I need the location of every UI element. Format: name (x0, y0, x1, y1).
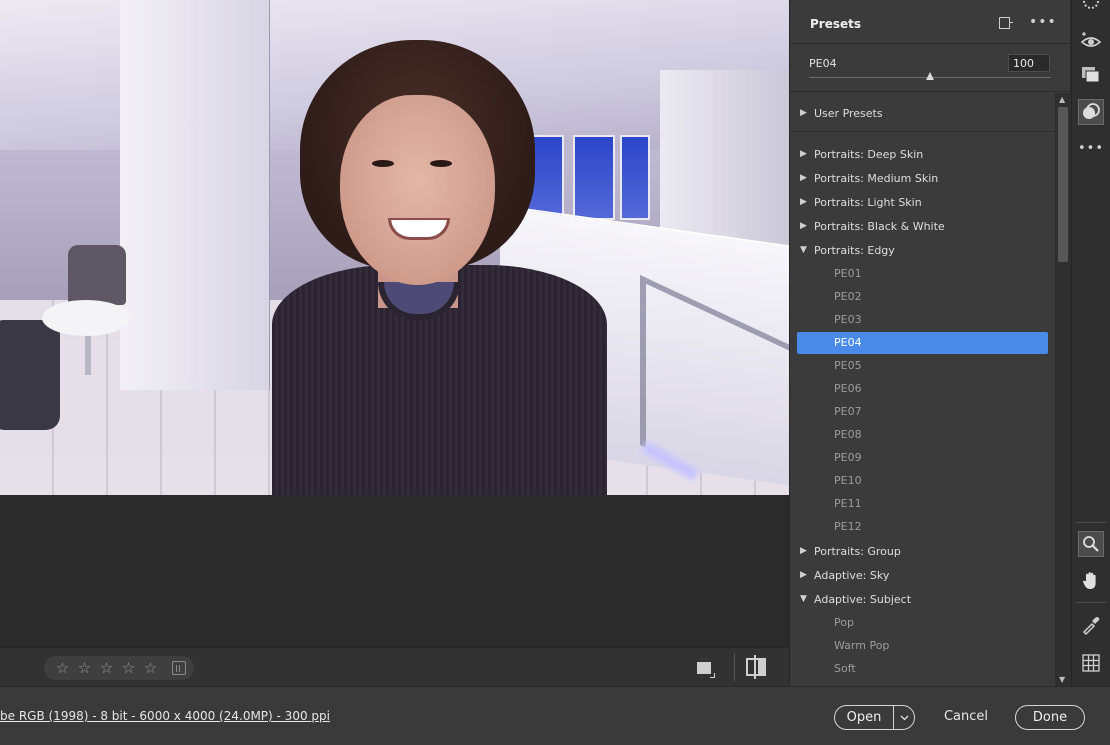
tool-strip: ••• (1071, 0, 1110, 686)
photo-chair (0, 320, 60, 430)
image-toolbar: ☆ ☆ ☆ ☆ ☆ (0, 647, 789, 686)
triangle-right-icon: ▶ (800, 173, 807, 183)
grid-icon[interactable] (1078, 650, 1104, 676)
presets-panel: Presets ••• PE04 ▶ User Presets ▶ Portraits… (789, 0, 1071, 686)
photo-window (573, 135, 615, 220)
preset-group-label: Portraits: Deep Skin (814, 147, 924, 161)
preset-amount-slider[interactable] (809, 72, 1051, 80)
triangle-right-icon: ▶ (800, 197, 807, 207)
chevron-down-icon[interactable] (894, 706, 914, 729)
new-preset-icon[interactable] (999, 17, 1013, 29)
preset-item[interactable]: PE10 (797, 470, 1048, 492)
star-icon[interactable]: ☆ (120, 660, 137, 676)
preset-item[interactable]: PE08 (797, 424, 1048, 446)
star-icon[interactable]: ☆ (76, 660, 93, 676)
preset-amount-field[interactable] (1008, 54, 1050, 72)
red-eye-icon[interactable] (1078, 28, 1104, 54)
preset-group[interactable]: ▶ Portraits: Deep Skin (800, 144, 923, 164)
triangle-right-icon: ▶ (800, 221, 807, 231)
view-mode-icon[interactable] (697, 662, 715, 678)
triangle-right-icon: ▶ (800, 149, 807, 159)
preset-item[interactable]: Soft (797, 658, 1048, 680)
panel-title: Presets (810, 17, 862, 31)
workflow-options-link[interactable]: be RGB (1998) - 8 bit - 6000 x 4000 (24.… (0, 709, 330, 723)
photo-table (42, 300, 130, 336)
preset-group[interactable]: ▶ Adaptive: Sky (800, 565, 889, 585)
preset-group-label: Portraits: Edgy (814, 243, 895, 257)
preset-item[interactable]: Pop (797, 612, 1048, 634)
scroll-up-icon[interactable]: ▲ (1059, 95, 1065, 104)
color-sampler-icon[interactable] (1078, 612, 1104, 638)
snapshots-icon[interactable] (1078, 62, 1104, 88)
divider (1076, 602, 1107, 603)
cancel-button[interactable]: Cancel (936, 709, 996, 724)
star-rating: ☆ ☆ ☆ ☆ ☆ (44, 656, 194, 680)
preset-group-label: Adaptive: Subject (814, 592, 912, 606)
star-icon[interactable]: ☆ (142, 660, 159, 676)
preset-item[interactable]: PE04 (797, 332, 1048, 354)
triangle-right-icon: ▶ (800, 546, 807, 556)
before-after-icon[interactable] (746, 655, 766, 679)
triangle-right-icon: ▶ (800, 570, 807, 580)
hand-icon[interactable] (1078, 567, 1104, 593)
preset-group[interactable]: ▶ Portraits: Group (800, 541, 901, 561)
preset-item[interactable]: Warm Pop (797, 635, 1048, 657)
more-icon[interactable]: ••• (1078, 135, 1104, 161)
photo-column (120, 0, 270, 390)
footer-bar: be RGB (1998) - 8 bit - 6000 x 4000 (24.… (0, 686, 1110, 745)
presets-list: ▶ User Presets ▶ Portraits: Deep Skin ▶ Portr… (790, 93, 1055, 686)
triangle-down-icon: ▼ (800, 594, 807, 604)
preset-item[interactable]: PE12 (797, 516, 1048, 538)
preset-item[interactable]: PE03 (797, 309, 1048, 331)
star-icon[interactable]: ☆ (54, 660, 71, 676)
preset-group[interactable]: ▶ Portraits: Light Skin (800, 192, 922, 212)
photo-person-eye (430, 160, 452, 167)
trash-icon[interactable] (172, 661, 186, 675)
star-icon[interactable]: ☆ (98, 660, 115, 676)
photo-window (620, 135, 650, 220)
scrollbar-thumb[interactable] (1058, 107, 1068, 262)
divider (790, 131, 1055, 132)
photo-chair (68, 245, 126, 305)
preset-group-label: Portraits: Light Skin (814, 195, 922, 209)
done-button[interactable]: Done (1015, 705, 1085, 730)
preset-group-label: Portraits: Black & White (814, 219, 945, 233)
panel-header: Presets ••• (790, 0, 1071, 44)
open-button[interactable]: Open (835, 706, 893, 729)
preset-group[interactable]: ▶ Portraits: Black & White (800, 216, 945, 236)
triangle-down-icon: ▼ (800, 245, 807, 255)
zoom-icon[interactable] (1078, 531, 1104, 557)
preset-group[interactable]: ▶ Portraits: Medium Skin (800, 168, 938, 188)
preset-group[interactable]: ▼ Portraits: Edgy (800, 240, 895, 260)
photo-person-eye (372, 160, 394, 167)
preset-item[interactable]: PE07 (797, 401, 1048, 423)
preset-item[interactable]: PE11 (797, 493, 1048, 515)
preset-group[interactable]: ▶ User Presets (800, 103, 883, 123)
preset-group-label: Adaptive: Sky (814, 568, 890, 582)
preset-group-label: Portraits: Medium Skin (814, 171, 939, 185)
triangle-right-icon: ▶ (800, 108, 807, 118)
panel-more-icon[interactable]: ••• (1029, 14, 1057, 30)
preset-item[interactable]: PE02 (797, 286, 1048, 308)
photo-preview[interactable] (0, 0, 789, 495)
presets-icon[interactable] (1078, 99, 1104, 125)
preset-item[interactable]: PE01 (797, 263, 1048, 285)
photo-person-face (340, 95, 495, 285)
divider (734, 653, 735, 681)
preset-group-label: User Presets (814, 106, 883, 120)
photo-table-leg (85, 330, 91, 375)
divider (1076, 522, 1107, 523)
preset-item[interactable]: PE09 (797, 447, 1048, 469)
edit-icon[interactable] (1078, 0, 1104, 14)
scroll-down-icon[interactable]: ▼ (1059, 675, 1065, 684)
preset-item[interactable]: PE06 (797, 378, 1048, 400)
scrollbar[interactable]: ▲ ▼ (1055, 93, 1071, 686)
preset-amount-label: PE04 (809, 57, 837, 70)
slider-thumb[interactable] (926, 72, 934, 80)
open-button-group: Open (834, 705, 915, 730)
preset-amount-row: PE04 (790, 44, 1071, 92)
preset-group-label: Portraits: Group (814, 544, 901, 558)
preset-group[interactable]: ▼ Adaptive: Subject (800, 589, 911, 609)
preset-item[interactable]: PE05 (797, 355, 1048, 377)
